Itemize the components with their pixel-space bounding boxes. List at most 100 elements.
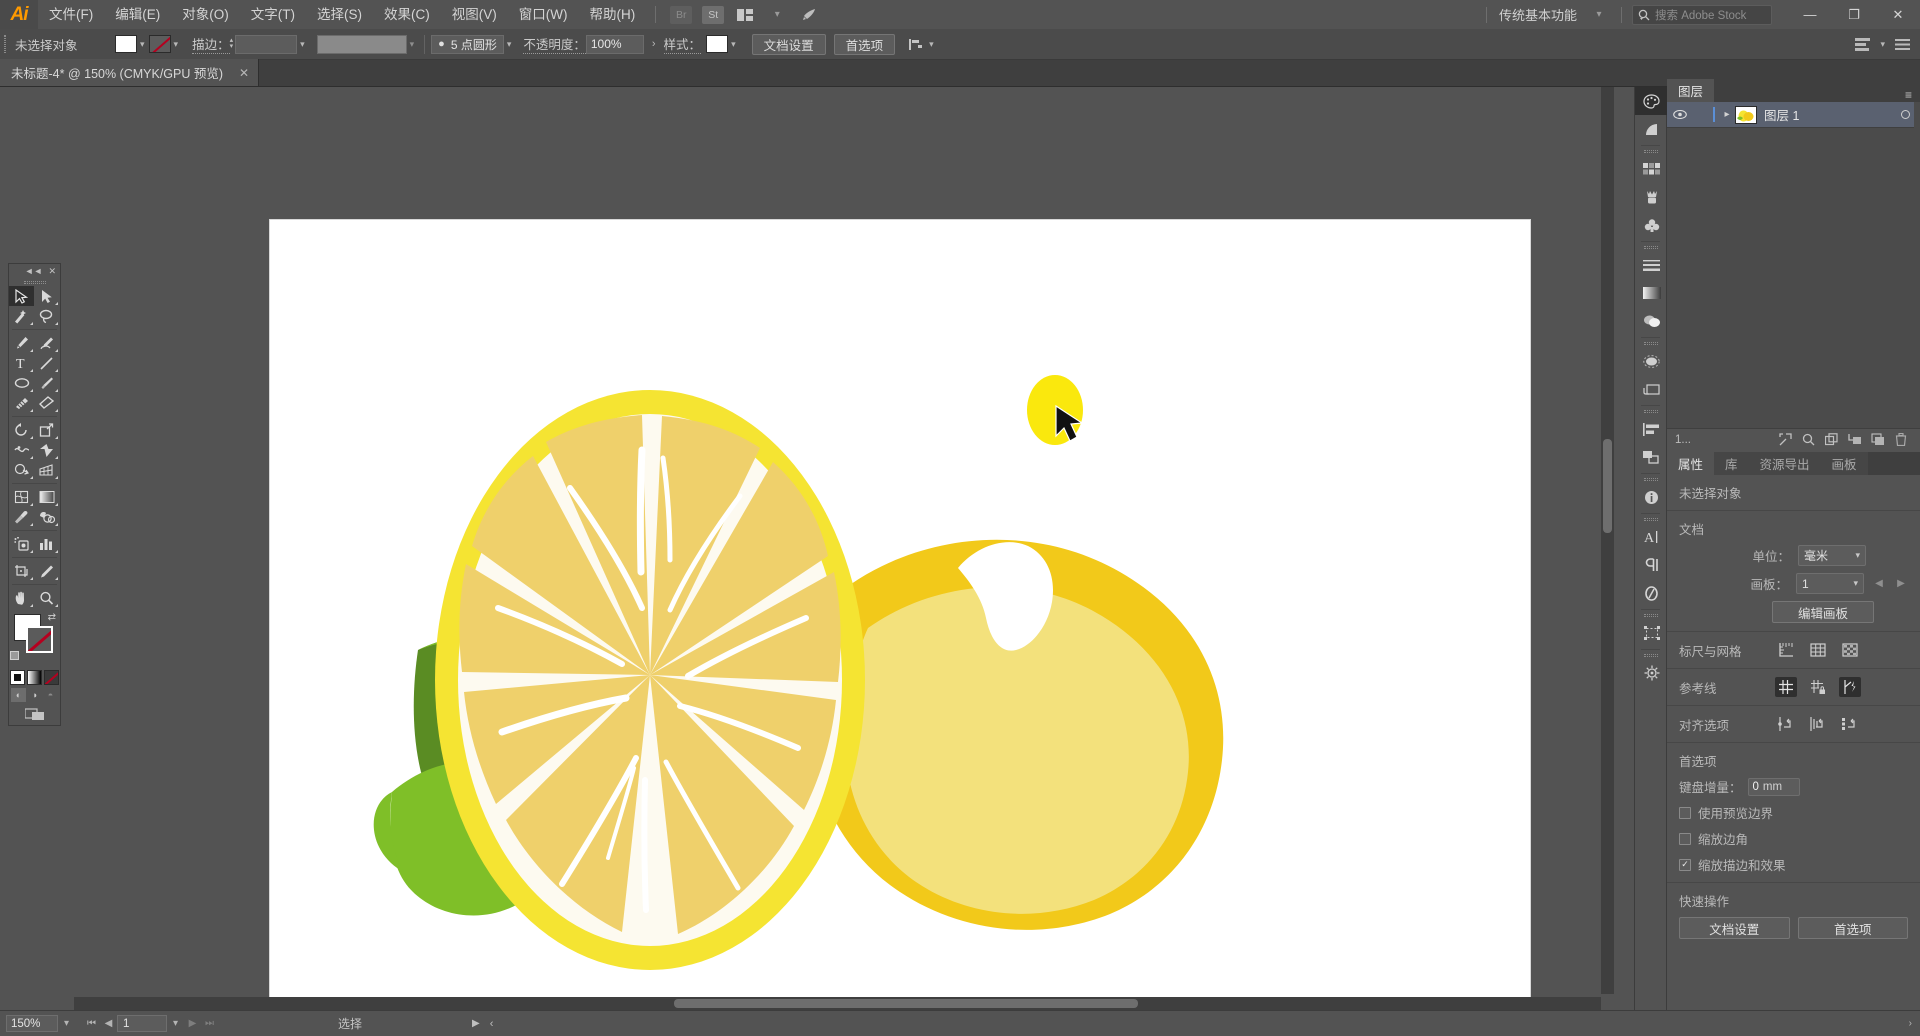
- document-info-icon[interactable]: [1635, 483, 1668, 511]
- color-guide-icon[interactable]: [1635, 115, 1668, 143]
- toolbar-stroke-swatch[interactable]: [26, 626, 53, 653]
- line-segment-tool[interactable]: [34, 353, 59, 373]
- discover-rocket-icon[interactable]: [796, 5, 822, 24]
- transform-icon[interactable]: [1635, 619, 1668, 647]
- character-icon[interactable]: A: [1635, 523, 1668, 551]
- edit-artboards-button[interactable]: 编辑画板: [1772, 601, 1874, 623]
- type-tool[interactable]: T: [9, 353, 34, 373]
- direct-selection-tool[interactable]: [34, 286, 59, 306]
- show-rulers-icon[interactable]: [1775, 640, 1797, 660]
- stroke-weight-chevron-icon[interactable]: ▾: [300, 39, 305, 50]
- stroke-icon[interactable]: [1635, 251, 1668, 279]
- stroke-style-chevron-icon[interactable]: ▾: [507, 39, 512, 50]
- layer-row[interactable]: ▸ 图层 1: [1667, 102, 1920, 128]
- cb-right-chevron-icon[interactable]: ▾: [1880, 39, 1885, 50]
- mesh-tool[interactable]: [9, 487, 34, 507]
- curvature-tool[interactable]: [34, 333, 59, 353]
- snap-to-pixel-icon[interactable]: [1839, 714, 1861, 734]
- stroke-style-select[interactable]: ● 5 点圆形: [431, 34, 504, 54]
- stock-search-input[interactable]: 搜索 Adobe Stock: [1632, 4, 1772, 25]
- selection-tool[interactable]: [9, 286, 34, 306]
- color-mode-color[interactable]: [10, 670, 25, 685]
- smart-guides-icon[interactable]: [1839, 677, 1861, 697]
- align-options[interactable]: ▾: [909, 38, 938, 51]
- width-tool[interactable]: [9, 440, 34, 460]
- hand-tool[interactable]: [9, 588, 34, 608]
- status-expand-icon[interactable]: ›: [1909, 1018, 1912, 1029]
- artboard[interactable]: [270, 220, 1530, 1010]
- tools-collapse-icon[interactable]: ◄◄: [25, 266, 43, 276]
- window-close-button[interactable]: ✕: [1876, 0, 1920, 29]
- menu-edit[interactable]: 编辑(E): [104, 0, 171, 29]
- canvas-vertical-scroll-thumb[interactable]: [1603, 439, 1612, 533]
- artboard-select[interactable]: 1 ▾: [1796, 573, 1864, 594]
- blend-tool[interactable]: [34, 507, 59, 527]
- tab-artboards[interactable]: 画板: [1820, 452, 1868, 475]
- layers-panel-menu-icon[interactable]: ≡: [1905, 88, 1920, 102]
- menu-type[interactable]: 文字(T): [240, 0, 306, 29]
- scale-corners-row[interactable]: 缩放边角: [1679, 829, 1908, 848]
- show-guides-icon[interactable]: [1775, 677, 1797, 697]
- document-tab[interactable]: 未标题-4* @ 150% (CMYK/GPU 预览) ✕: [0, 59, 260, 86]
- previous-artboard-button[interactable]: ◀: [100, 1018, 117, 1029]
- stock-button[interactable]: St: [700, 5, 726, 24]
- use-preview-bounds-checkbox[interactable]: [1679, 806, 1691, 819]
- snap-to-point-icon[interactable]: [1775, 714, 1797, 734]
- last-artboard-button[interactable]: ⏭: [201, 1018, 218, 1029]
- tab-asset-export[interactable]: 资源导出: [1748, 452, 1821, 475]
- stroke-weight-stepper[interactable]: ▴ ▾: [230, 37, 234, 50]
- status-collapse-icon[interactable]: ‹: [490, 1018, 494, 1030]
- create-new-layer-icon[interactable]: [1866, 429, 1889, 451]
- chevron-down-icon[interactable]: ▾: [764, 5, 790, 24]
- pathfinder-icon[interactable]: [1635, 443, 1668, 471]
- pen-tool[interactable]: [9, 333, 34, 353]
- workspace-switcher[interactable]: 传统基本功能: [1487, 5, 1583, 24]
- style-chevron-icon[interactable]: ▾: [731, 39, 736, 50]
- symbols-icon[interactable]: [1635, 211, 1668, 239]
- scale-strokes-row[interactable]: ✓ 缩放描边和效果: [1679, 855, 1908, 874]
- tab-libraries[interactable]: 库: [1714, 452, 1749, 475]
- tab-properties[interactable]: 属性: [1667, 452, 1715, 475]
- create-sublayer-icon[interactable]: [1843, 429, 1866, 451]
- swatches-icon[interactable]: [1635, 155, 1668, 183]
- lemon-illustration[interactable]: [270, 220, 1530, 1010]
- transparency-icon[interactable]: [1635, 307, 1668, 335]
- layer-target-indicator[interactable]: [1901, 110, 1910, 119]
- workspace-chevron-icon[interactable]: ▾: [1586, 5, 1612, 24]
- draw-inside-mode[interactable]: ◓: [43, 688, 58, 702]
- artboard-number-input[interactable]: 1: [117, 1015, 167, 1032]
- layers-list[interactable]: ▸ 图层 1: [1667, 102, 1920, 428]
- align-panel-icon[interactable]: [1855, 37, 1871, 51]
- stroke-profile-select[interactable]: [316, 34, 407, 54]
- artboard-nav-chevron-icon[interactable]: ▾: [167, 1018, 184, 1029]
- layer-visibility-icon[interactable]: [1667, 110, 1693, 119]
- color-mode-none[interactable]: [44, 670, 59, 685]
- use-preview-bounds-row[interactable]: 使用预览边界: [1679, 803, 1908, 822]
- gradient-icon[interactable]: [1635, 279, 1668, 307]
- brushes-icon[interactable]: [1635, 183, 1668, 211]
- stroke-color-swatch[interactable]: [148, 35, 171, 53]
- lock-guides-icon[interactable]: [1807, 677, 1829, 697]
- make-clipping-mask-icon[interactable]: [1820, 429, 1843, 451]
- tab-layers[interactable]: 图层: [1667, 79, 1715, 102]
- perspective-grid-tool[interactable]: [34, 460, 59, 480]
- magic-wand-tool[interactable]: [9, 306, 34, 326]
- layers-scrollbar[interactable]: [1914, 102, 1920, 428]
- swap-fill-stroke-icon[interactable]: ⇄: [48, 612, 56, 623]
- menu-help[interactable]: 帮助(H): [578, 0, 646, 29]
- preferences-button[interactable]: 首选项: [833, 33, 896, 55]
- menu-select[interactable]: 选择(S): [306, 0, 373, 29]
- stroke-chevron-icon[interactable]: ▾: [174, 39, 179, 50]
- draw-normal-mode[interactable]: ◐: [11, 688, 26, 702]
- ellipse-tool[interactable]: [9, 373, 34, 393]
- quick-document-setup-button[interactable]: 文档设置: [1679, 917, 1790, 939]
- color-mode-gradient[interactable]: [27, 670, 42, 685]
- graphic-style-swatch[interactable]: [706, 35, 729, 53]
- opacity-input[interactable]: 100%: [585, 34, 644, 54]
- canvas-horizontal-scrollbar[interactable]: [74, 997, 1601, 1010]
- graphic-styles-icon[interactable]: [1635, 375, 1668, 403]
- zoom-level-input[interactable]: 150%: [6, 1015, 58, 1032]
- snap-to-grid-icon[interactable]: [1807, 714, 1829, 734]
- symbol-sprayer-tool[interactable]: [9, 534, 34, 554]
- show-transparency-grid-icon[interactable]: [1839, 640, 1861, 660]
